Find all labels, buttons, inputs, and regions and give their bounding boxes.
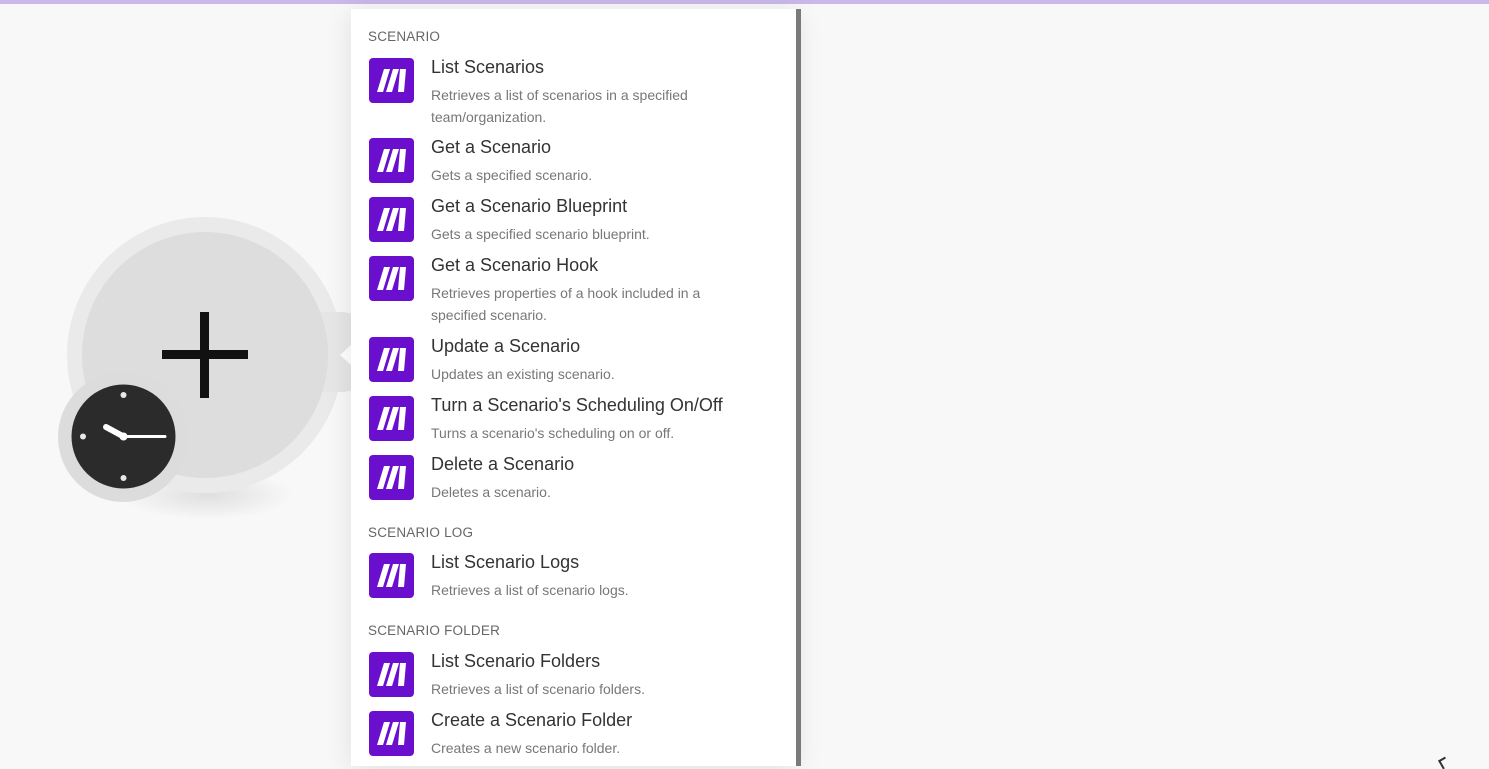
cursor-arrow-icon <box>1438 756 1450 769</box>
item-description: Retrieves a list of scenarios in a speci… <box>431 87 688 125</box>
section-header-scenario: Scenario <box>368 29 441 44</box>
make-app-icon <box>369 652 414 697</box>
make-app-icon <box>369 256 414 301</box>
item-title: Get a Scenario Blueprint <box>431 196 628 216</box>
make-app-icon <box>369 396 414 441</box>
module-actions-dropdown: Scenario List Scenarios Retrieves a list… <box>351 9 797 766</box>
item-description: Retrieves properties of a hook included … <box>431 285 701 323</box>
make-app-icon <box>369 58 414 103</box>
item-title: Create a Scenario Folder <box>431 710 633 730</box>
top-accent-bar <box>0 0 1489 4</box>
item-description: Turns a scenario's scheduling on or off. <box>431 425 675 441</box>
section-header-scenario-log: Scenario Log <box>368 525 474 540</box>
item-description: Updates an existing scenario. <box>431 366 615 382</box>
item-title: Update a Scenario <box>431 336 581 356</box>
item-title: Delete a Scenario <box>431 454 575 474</box>
item-title: List Scenario Folders <box>431 651 601 671</box>
make-app-icon <box>369 337 414 382</box>
item-title: List Scenarios <box>431 57 545 77</box>
make-app-icon <box>369 711 414 756</box>
item-description: Retrieves a list of scenario folders. <box>431 681 645 697</box>
make-app-icon <box>369 455 414 500</box>
item-title: Turn a Scenario's Scheduling On/Off <box>431 395 723 415</box>
section-header-scenario-folder: Scenario Folder <box>368 623 501 638</box>
item-title: Get a Scenario Hook <box>431 255 599 275</box>
item-description: Creates a new scenario folder. <box>431 740 621 756</box>
clock-icon[interactable] <box>71 384 176 489</box>
make-app-icon <box>369 197 414 242</box>
item-description: Gets a specified scenario blueprint. <box>431 226 650 242</box>
item-description: Deletes a scenario. <box>431 484 551 500</box>
make-app-icon <box>369 553 414 598</box>
make-app-icon <box>369 138 414 183</box>
item-description: Gets a specified scenario. <box>431 167 593 183</box>
dropdown-scrollbar[interactable] <box>796 9 801 766</box>
item-title: Get a Scenario <box>431 137 552 157</box>
item-description: Retrieves a list of scenario logs. <box>431 582 629 598</box>
item-title: List Scenario Logs <box>431 552 580 572</box>
